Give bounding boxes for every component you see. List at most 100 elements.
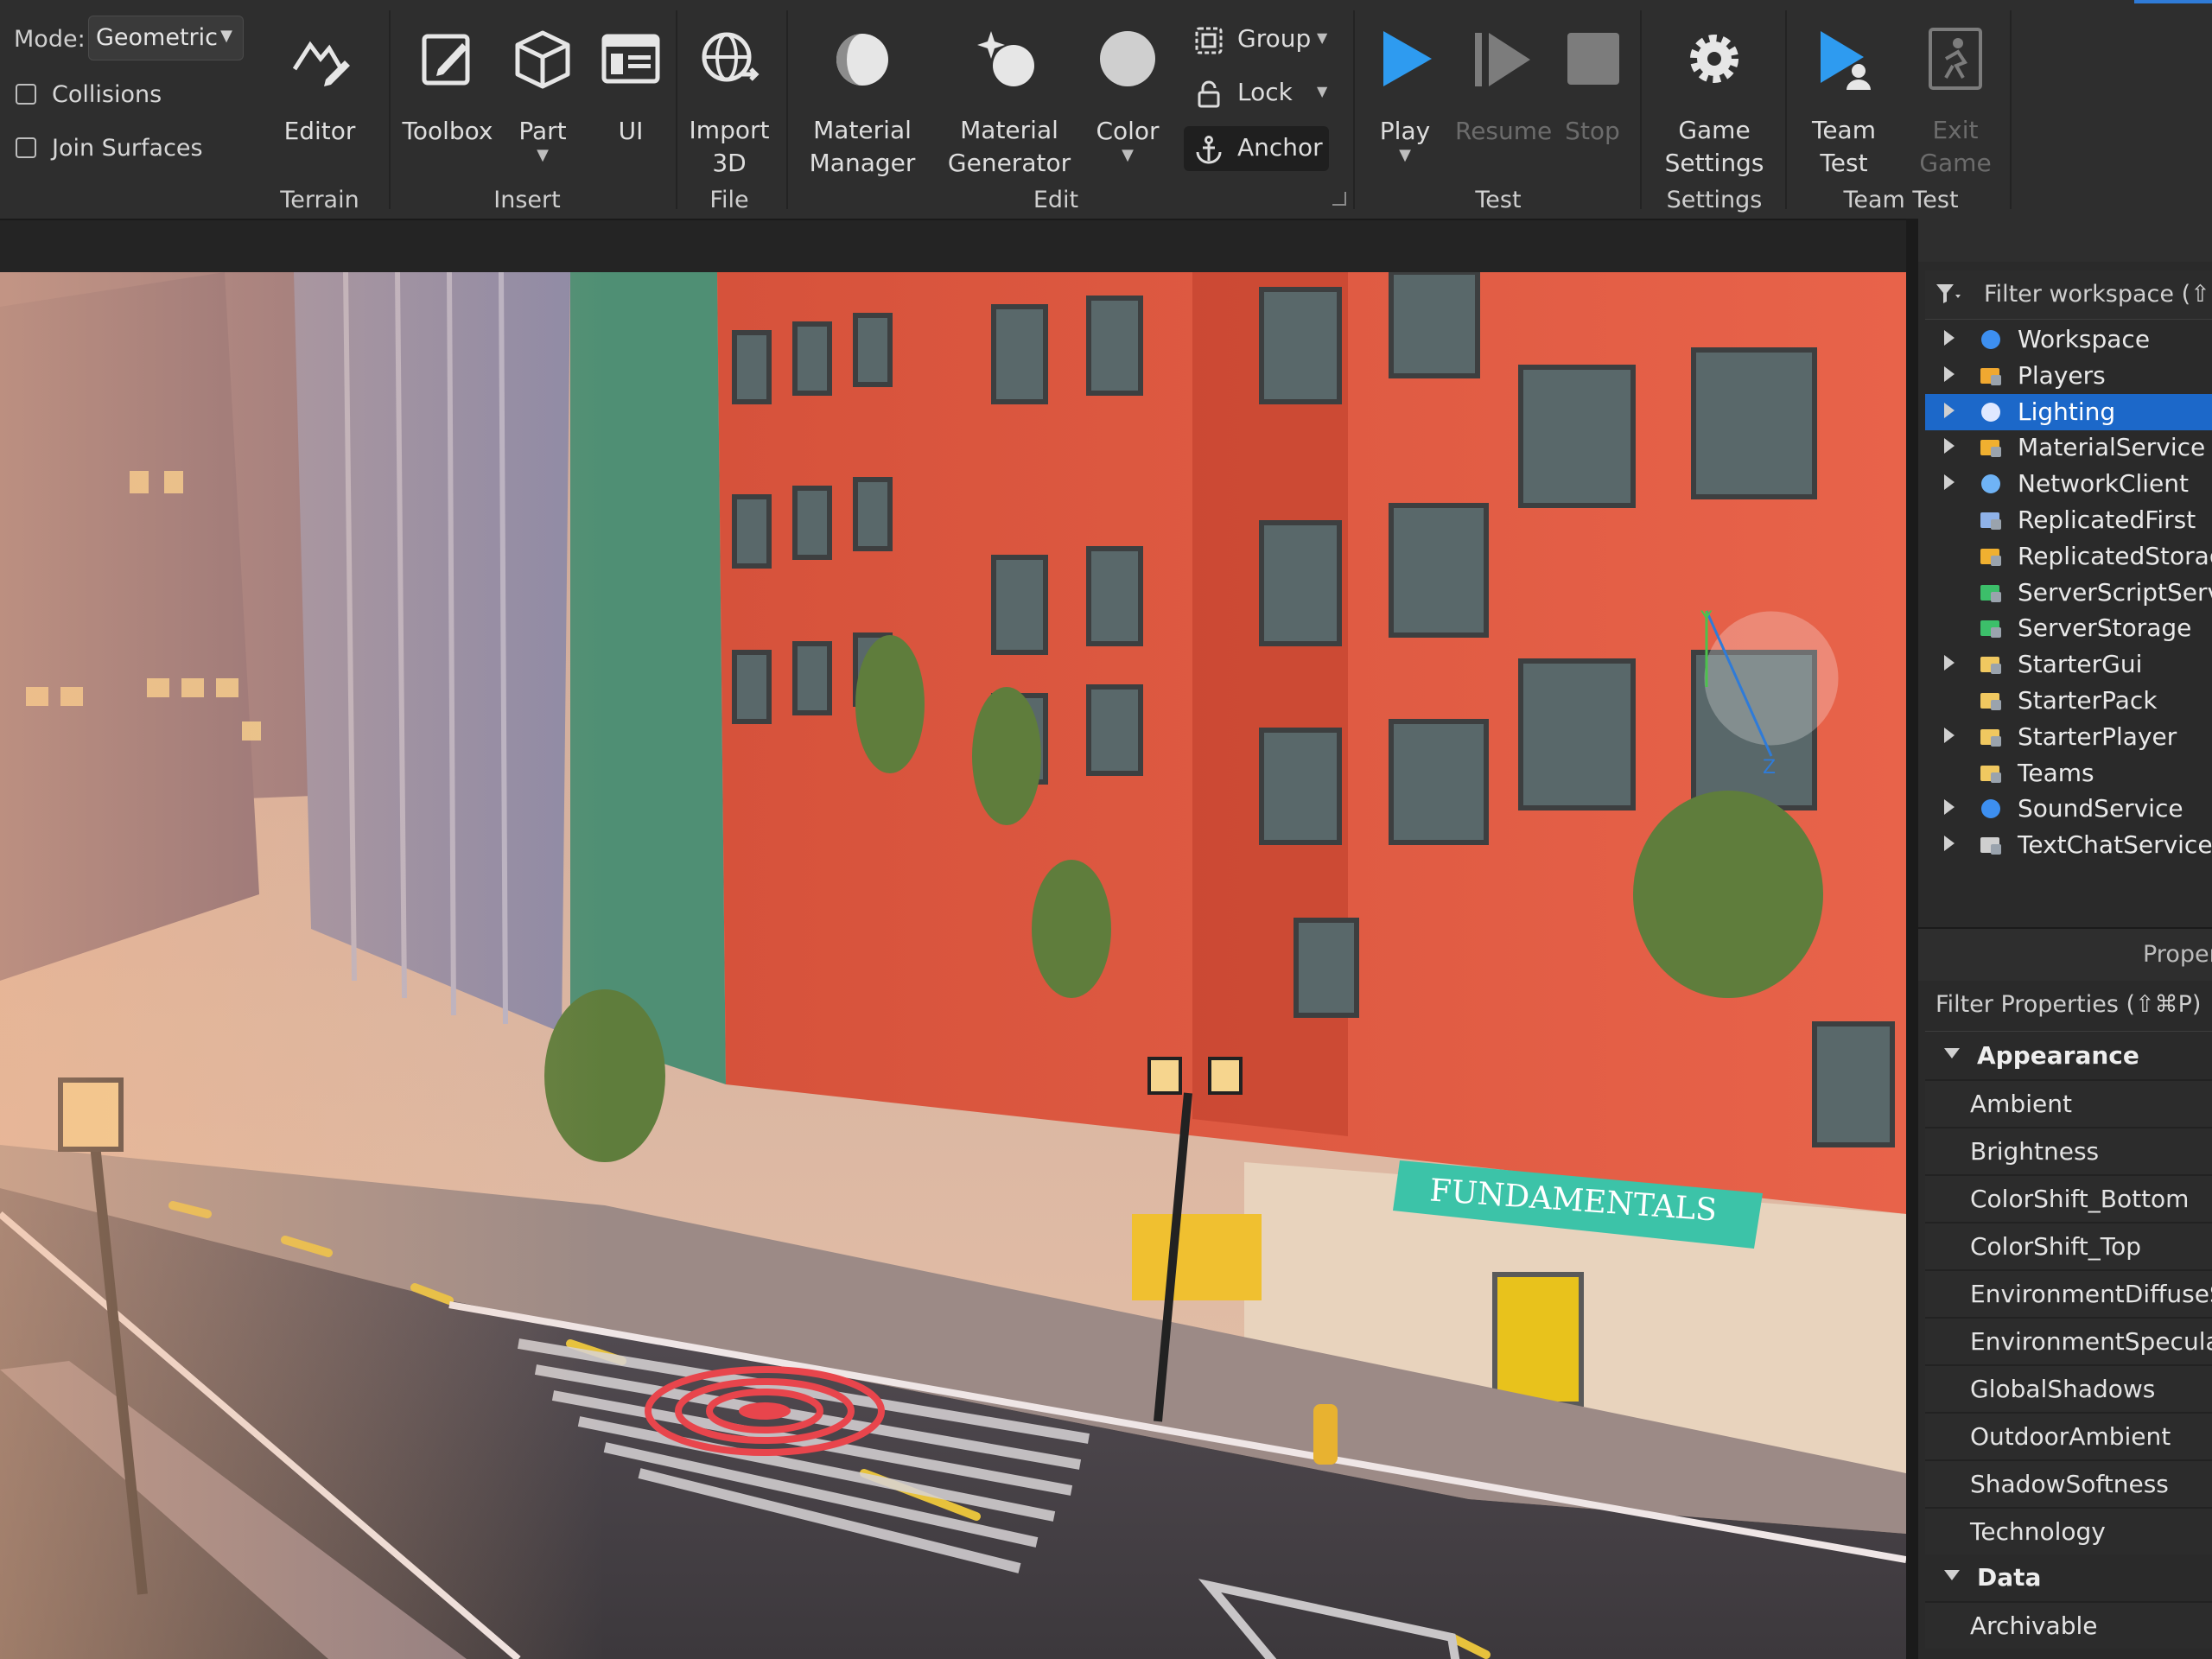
part-cube-icon	[515, 30, 570, 89]
explorer-item-starterpack[interactable]: StarterPack	[1925, 683, 2212, 719]
play-icon	[1383, 31, 1432, 86]
group-divider	[1785, 10, 1787, 209]
chevron-down-icon[interactable]: ▼	[1317, 29, 1327, 46]
explorer-item-label: ServerStorage	[2018, 613, 2192, 643]
explorer-item-soundservice[interactable]: SoundService	[1925, 791, 2212, 827]
chevron-down-icon[interactable]: ▼	[1365, 148, 1445, 163]
properties-section-data[interactable]: Data	[1925, 1554, 2212, 1601]
expand-arrow-icon[interactable]	[1944, 655, 1955, 671]
expand-arrow-icon[interactable]	[1944, 438, 1955, 454]
stop-button[interactable]: Stop	[1555, 24, 1630, 149]
explorer-item-label: Teams	[2018, 758, 2094, 787]
explorer-item-serverstorage[interactable]: ServerStorage	[1925, 610, 2212, 646]
expand-arrow-icon[interactable]	[1944, 402, 1955, 418]
explorer-item-starterplayer[interactable]: StarterPlayer	[1925, 719, 2212, 755]
3d-viewport[interactable]: FUNDAMENTALS Y Z	[0, 272, 1906, 1659]
property-row[interactable]: EnvironmentDiffuseScale	[1925, 1269, 2212, 1317]
expand-arrow-icon[interactable]	[1944, 727, 1955, 743]
explorer-item-materialservice[interactable]: MaterialService	[1925, 429, 2212, 466]
expand-arrow-icon[interactable]	[1944, 330, 1955, 346]
terrain-editor-button[interactable]: Editor	[275, 24, 365, 149]
properties-panel: Properties Filter Properties (⇧⌘P) Appea…	[1918, 927, 2212, 1659]
explorer-item-replicatedstorage[interactable]: ReplicatedStorage	[1925, 538, 2212, 575]
explorer-item-teams[interactable]: Teams	[1925, 755, 2212, 791]
expand-arrow-icon[interactable]	[1944, 474, 1955, 491]
property-row[interactable]: ShadowSoftness	[1925, 1459, 2212, 1507]
color-circle-icon	[1100, 31, 1155, 86]
explorer-item-startergui[interactable]: StarterGui	[1925, 646, 2212, 683]
property-row[interactable]: ColorShift_Bottom	[1925, 1174, 2212, 1222]
explorer-item-workspace[interactable]: Workspace	[1925, 321, 2212, 358]
property-name: OutdoorAmbient	[1970, 1422, 2171, 1451]
property-row[interactable]: GlobalShadows	[1925, 1364, 2212, 1412]
mode-dropdown[interactable]: Geometric ▼	[88, 16, 244, 60]
material-generator-button[interactable]: Material Generator	[944, 24, 1075, 180]
property-row[interactable]: OutdoorAmbient	[1925, 1412, 2212, 1459]
group-label: Group	[1237, 24, 1312, 53]
explorer-item-networkclient[interactable]: NetworkClient	[1925, 466, 2212, 502]
chevron-down-icon[interactable]: ▼	[506, 148, 579, 163]
color-button[interactable]: Color ▼	[1090, 24, 1165, 163]
property-name: ColorShift_Bottom	[1970, 1185, 2190, 1213]
group-icon	[1195, 27, 1223, 54]
anchor-label: Anchor	[1237, 133, 1323, 162]
expand-arrow-icon[interactable]	[1944, 365, 1955, 382]
game-settings-button[interactable]: Game Settings	[1652, 24, 1777, 180]
property-row[interactable]: ColorShift_Top	[1925, 1222, 2212, 1269]
property-name: Technology	[1970, 1517, 2106, 1546]
chevron-down-icon[interactable]: ▼	[1090, 148, 1165, 163]
material-manager-button[interactable]: Material Manager	[804, 24, 921, 180]
collapse-arrow-icon[interactable]	[1944, 1570, 1960, 1580]
material-manager-label: Material Manager	[804, 114, 921, 180]
property-row[interactable]: Technology	[1925, 1507, 2212, 1554]
ui-button[interactable]: UI	[594, 24, 667, 149]
explorer-item-textchatservice[interactable]: TextChatService	[1925, 827, 2212, 863]
expand-arrow-icon[interactable]	[1944, 836, 1955, 852]
chevron-down-icon[interactable]: ▼	[1317, 83, 1327, 99]
checkbox-box[interactable]	[16, 84, 36, 105]
team-test-line1: Team	[1811, 116, 1876, 144]
join-surfaces-checkbox[interactable]: Join Surfaces	[16, 135, 203, 162]
lock-button[interactable]: Lock ▼	[1184, 71, 1327, 116]
flower-stand	[1132, 1214, 1262, 1300]
toolbox-button[interactable]: Toolbox	[399, 24, 496, 149]
explorer-item-replicatedfirst[interactable]: ReplicatedFirst	[1925, 502, 2212, 538]
collapse-arrow-icon[interactable]	[1944, 1048, 1960, 1058]
explorer-item-players[interactable]: Players	[1925, 358, 2212, 394]
stop-label: Stop	[1565, 117, 1620, 145]
expand-corner-icon[interactable]	[1332, 192, 1346, 206]
property-row[interactable]: Brightness	[1925, 1127, 2212, 1174]
explorer-item-label: StarterPlayer	[2018, 721, 2177, 751]
properties-section-appearance[interactable]: Appearance	[1925, 1033, 2212, 1079]
expand-arrow-icon[interactable]	[1944, 799, 1955, 816]
import-3d-button[interactable]: Import 3D	[686, 24, 772, 180]
team-test-button[interactable]: Team Test	[1797, 24, 1891, 180]
resume-button[interactable]: Resume	[1455, 24, 1552, 149]
filter-workspace-input[interactable]: Filter workspace (⇧⌘	[1925, 270, 2212, 320]
property-row[interactable]: Archivable	[1925, 1601, 2212, 1649]
part-button[interactable]: Part ▼	[506, 24, 579, 163]
play-button[interactable]: Play ▼	[1365, 24, 1445, 163]
property-row[interactable]: Ambient	[1925, 1079, 2212, 1127]
panel-splitter[interactable]	[1906, 219, 1918, 1659]
import-3d-label: Import 3D	[686, 114, 772, 180]
filter-properties-input[interactable]: Filter Properties (⇧⌘P)	[1925, 981, 2212, 1032]
group-divider	[786, 10, 788, 209]
property-row[interactable]: EnvironmentSpecularScale	[1925, 1317, 2212, 1364]
text-chat-icon	[1980, 837, 2001, 855]
explorer-item-serverscriptservice[interactable]: ServerScriptService	[1925, 575, 2212, 611]
replicated-first-icon	[1980, 512, 2001, 530]
checkbox-box[interactable]	[16, 137, 36, 158]
group-button[interactable]: Group ▼	[1184, 17, 1327, 62]
server-script-icon	[1980, 584, 2001, 602]
gizmo-y-label: Y	[1700, 608, 1713, 630]
explorer-item-lighting[interactable]: Lighting	[1925, 393, 2212, 430]
group-divider	[1353, 10, 1355, 209]
terrain-group-label: Terrain	[280, 187, 359, 213]
collisions-checkbox[interactable]: Collisions	[16, 81, 162, 108]
anchor-button[interactable]: Anchor	[1184, 126, 1329, 171]
explorer-item-label: ServerScriptService	[2018, 577, 2212, 607]
exit-game-button[interactable]: Exit Game	[1913, 24, 1998, 180]
exit-game-label: Exit Game	[1913, 114, 1998, 180]
property-name: Brightness	[1970, 1137, 2100, 1166]
